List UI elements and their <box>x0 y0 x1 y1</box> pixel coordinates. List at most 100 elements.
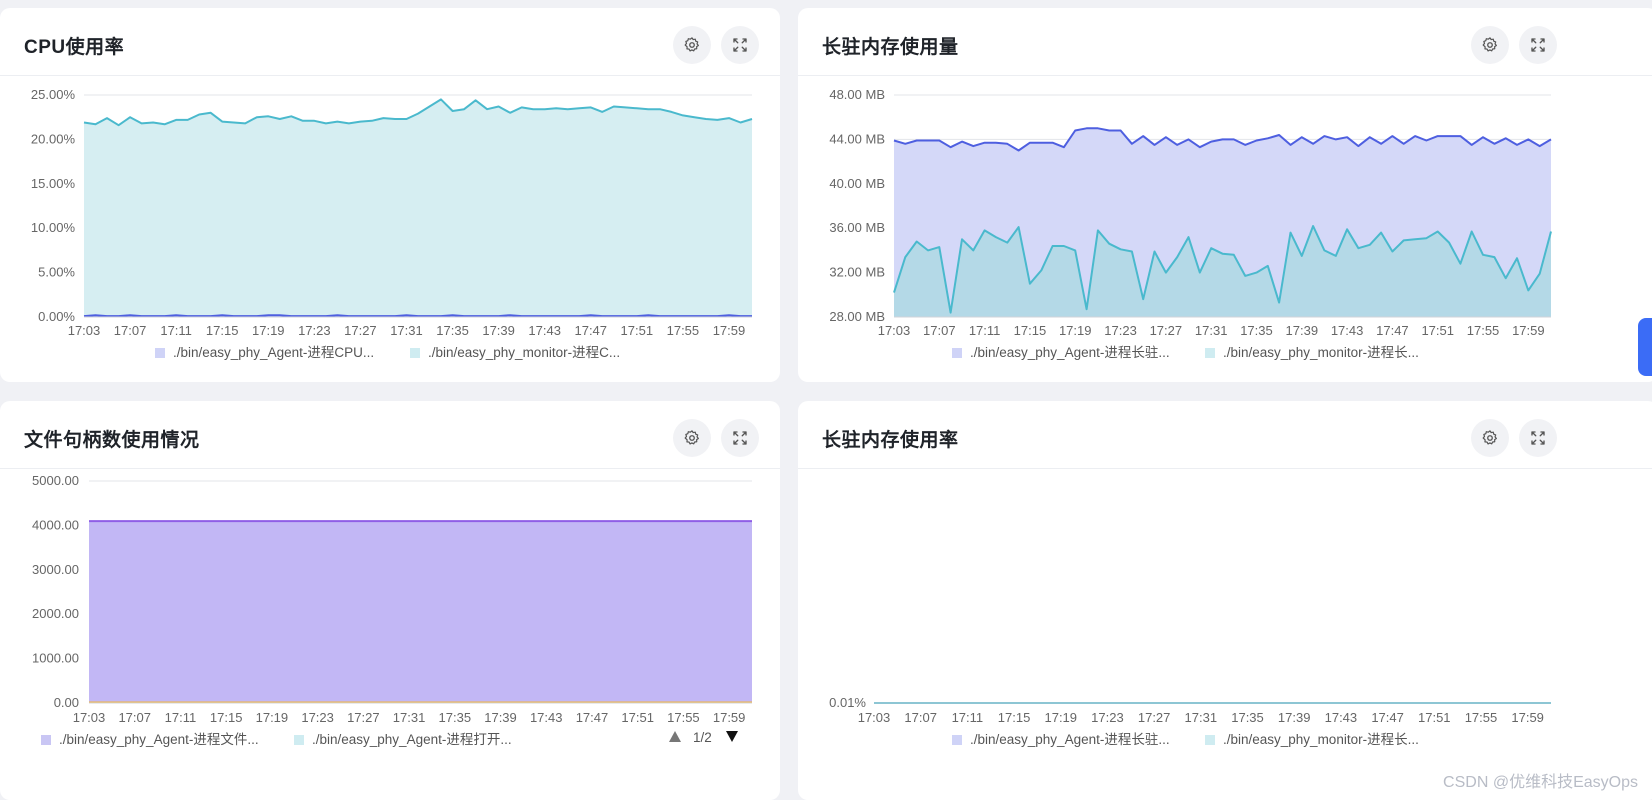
fullscreen-button[interactable] <box>1519 419 1557 457</box>
legend-swatch <box>1205 735 1215 745</box>
x-tick-label: 17:47 <box>1371 710 1404 725</box>
expand-icon <box>733 431 747 445</box>
expand-icon <box>1531 38 1545 52</box>
y-tick-label: 0.00 <box>54 695 79 710</box>
x-tick-label: 17:59 <box>1511 710 1544 725</box>
floating-side-tab[interactable] <box>1638 318 1652 376</box>
x-tick-label: 17:11 <box>160 323 192 338</box>
x-tick-label: 17:27 <box>347 710 380 725</box>
resident-memory-panel: 长驻内存使用量 48.00 MB 44.00 MB 40.00 MB 36.00 MB… <box>798 8 1652 382</box>
x-tick-label: 17:03 <box>858 710 891 725</box>
legend-label: ./bin/easy_phy_Agent-进程长驻... <box>970 345 1170 360</box>
y-tick-label: 0.00% <box>38 309 75 324</box>
x-tick-label: 17:07 <box>118 710 151 725</box>
x-tick-label: 17:35 <box>436 323 469 338</box>
x-tick-label: 17:51 <box>621 710 654 725</box>
x-tick-label: 17:07 <box>904 710 937 725</box>
x-tick-label: 17:11 <box>969 323 1001 338</box>
x-tick-label: 17:27 <box>1150 323 1183 338</box>
x-tick-label: 17:43 <box>1331 323 1364 338</box>
x-tick-label: 17:19 <box>252 323 285 338</box>
settings-button[interactable] <box>1471 26 1509 64</box>
x-tick-label: 17:27 <box>344 323 377 338</box>
y-tick-label: 36.00 MB <box>829 220 885 235</box>
y-tick-label: 25.00% <box>31 87 76 102</box>
series-area-0 <box>89 521 752 703</box>
x-tick-label: 17:59 <box>713 323 746 338</box>
legend-page-next-icon[interactable] <box>726 731 738 742</box>
fullscreen-button[interactable] <box>1519 26 1557 64</box>
resident-memory-rate-chart: 0.01%17:03 17:07 17:11 17:15 17:19 17:23 17:27… <box>829 695 1551 747</box>
y-tick-label: 44.00 MB <box>829 131 885 146</box>
x-tick-label: 17:15 <box>210 710 243 725</box>
x-tick-label: 17:39 <box>1286 323 1319 338</box>
legend-swatch <box>952 735 962 745</box>
panel-title: CPU使用率 <box>24 37 125 58</box>
legend-swatch <box>1205 348 1215 358</box>
y-tick-label: 20.00% <box>31 131 76 146</box>
x-tick-label: 17:39 <box>484 710 517 725</box>
gear-icon <box>684 430 699 445</box>
x-tick-label: 17:47 <box>574 323 607 338</box>
x-tick-label: 17:23 <box>1091 710 1124 725</box>
panel-header: 文件句柄数使用情况 <box>0 401 780 469</box>
panel-title: 文件句柄数使用情况 <box>24 430 200 451</box>
x-tick-label: 17:27 <box>1138 710 1171 725</box>
x-tick-label: 17:31 <box>1195 323 1228 338</box>
x-tick-label: 17:31 <box>390 323 423 338</box>
legend-label: ./bin/easy_phy_Agent-进程文件... <box>59 732 259 747</box>
resident-memory-chart: 48.00 MB 44.00 MB 40.00 MB 36.00 MB 32.00 MB… <box>829 87 1552 360</box>
legend-swatch <box>41 735 51 745</box>
cpu-usage-chart: 25.00% 20.00% 15.00% 10.00% 5.00% 0.00%17:03 1… <box>31 87 753 360</box>
x-tick-label: 17:55 <box>667 323 700 338</box>
x-tick-label: 17:07 <box>114 323 147 338</box>
series-area-1 <box>84 99 752 318</box>
x-tick-label: 17:51 <box>1418 710 1451 725</box>
legend-swatch <box>294 735 304 745</box>
y-tick-label: 0.01% <box>829 695 866 710</box>
x-tick-label: 17:15 <box>1014 323 1047 338</box>
gear-icon <box>1482 37 1497 52</box>
settings-button[interactable] <box>673 419 711 457</box>
legend-label: ./bin/easy_phy_monitor-进程长... <box>1223 345 1419 360</box>
x-tick-label: 17:23 <box>1104 323 1137 338</box>
x-tick-label: 17:23 <box>301 710 334 725</box>
legend-swatch <box>410 348 420 358</box>
x-tick-label: 17:31 <box>393 710 426 725</box>
x-tick-label: 17:43 <box>530 710 563 725</box>
gear-icon <box>1482 430 1497 445</box>
fullscreen-button[interactable] <box>721 26 759 64</box>
y-tick-label: 5000.00 <box>32 473 79 488</box>
x-tick-label: 17:11 <box>952 710 984 725</box>
expand-icon <box>733 38 747 52</box>
legend-label: ./bin/easy_phy_Agent-进程CPU... <box>173 345 374 360</box>
x-tick-label: 17:35 <box>439 710 472 725</box>
x-tick-label: 17:35 <box>1240 323 1273 338</box>
x-tick-label: 17:15 <box>206 323 239 338</box>
cpu-usage-panel: CPU使用率 25.00% 20.00% 15.00% 10.00% 5.00% 0.00… <box>0 8 780 382</box>
resident-memory-rate-panel: 长驻内存使用率 0.01% 17:03 17:07 17:11 17:15 17:19 17… <box>798 401 1652 800</box>
x-tick-label: 17:43 <box>528 323 561 338</box>
expand-icon <box>1531 431 1545 445</box>
x-tick-label: 17:07 <box>923 323 956 338</box>
x-tick-label: 17:47 <box>1376 323 1409 338</box>
x-tick-label: 17:15 <box>998 710 1031 725</box>
x-tick-label: 17:35 <box>1231 710 1264 725</box>
x-tick-label: 17:19 <box>1059 323 1092 338</box>
x-tick-label: 17:51 <box>621 323 654 338</box>
x-tick-label: 17:51 <box>1421 323 1454 338</box>
settings-button[interactable] <box>1471 419 1509 457</box>
legend-page-prev-icon[interactable] <box>669 731 681 742</box>
file-handle-panel: 文件句柄数使用情况 5000.00 4000.00 3000.00 2000.00 10… <box>0 401 780 800</box>
x-tick-label: 17:47 <box>576 710 609 725</box>
x-tick-label: 17:19 <box>256 710 289 725</box>
fullscreen-button[interactable] <box>721 419 759 457</box>
x-tick-label: 17:03 <box>68 323 101 338</box>
y-tick-label: 3000.00 <box>32 562 79 577</box>
settings-button[interactable] <box>673 26 711 64</box>
y-tick-label: 10.00% <box>31 220 76 235</box>
y-tick-label: 1000.00 <box>32 651 79 666</box>
legend-label: ./bin/easy_phy_Agent-进程打开... <box>312 731 512 747</box>
y-tick-label: 32.00 MB <box>829 265 885 280</box>
panel-header: 长驻内存使用量 <box>798 8 1652 76</box>
